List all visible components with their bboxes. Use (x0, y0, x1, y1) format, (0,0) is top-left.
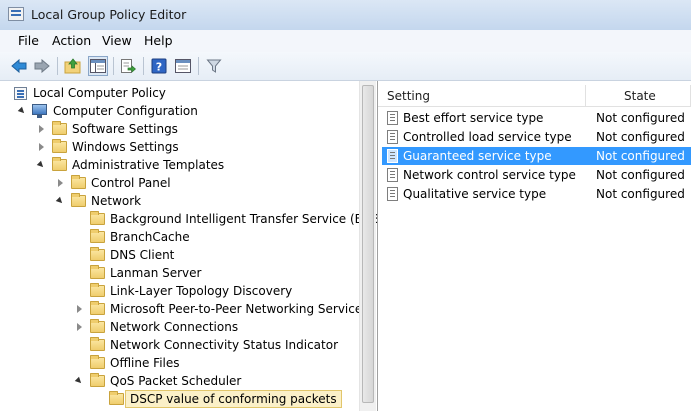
computer-icon (32, 104, 47, 118)
tree-node-label: Software Settings (72, 122, 178, 136)
collapse-arrow-icon[interactable] (58, 179, 63, 187)
scrollbar-thumb[interactable] (362, 85, 374, 403)
toolbar-separator (113, 57, 114, 75)
tree-node-label: BranchCache (110, 230, 190, 244)
tree-node-label: Windows Settings (72, 140, 179, 154)
tree-node-label: Control Panel (91, 176, 171, 190)
folder-icon (90, 355, 105, 369)
setting-icon (387, 130, 398, 144)
toolbar: ? (0, 52, 691, 81)
settings-list[interactable]: Setting State Best effort service type N… (378, 81, 691, 411)
folder-icon (71, 175, 86, 189)
collapse-arrow-icon[interactable] (77, 305, 82, 313)
tree-node-label: Administrative Templates (72, 158, 225, 172)
tree-node-label: Local Computer Policy (33, 86, 166, 100)
setting-state: Not configured (596, 130, 685, 144)
folder-icon (90, 265, 105, 279)
column-header-setting[interactable]: Setting (378, 85, 586, 107)
collapse-arrow-icon[interactable] (77, 323, 82, 331)
column-header-state[interactable]: State (586, 85, 691, 107)
folder-icon (52, 157, 67, 171)
setting-row-selected[interactable]: Guaranteed service type Not configured (382, 147, 691, 165)
toolbar-separator (143, 57, 144, 75)
folder-icon (90, 337, 105, 351)
tree-node-label: Lanman Server (110, 266, 202, 280)
tree-node-label: Computer Configuration (53, 104, 198, 118)
expand-arrow-icon[interactable] (55, 196, 65, 206)
menu-help[interactable]: Help (144, 33, 173, 48)
setting-row[interactable]: Best effort service type Not configured (382, 109, 691, 127)
tree-node-label: Background Intelligent Transfer Service … (110, 212, 378, 226)
folder-icon (90, 301, 105, 315)
policy-icon (14, 87, 27, 100)
setting-icon (387, 111, 398, 125)
setting-name: Network control service type (403, 168, 576, 182)
tree-node-label: Microsoft Peer-to-Peer Networking Servic… (110, 302, 369, 316)
setting-name: Controlled load service type (403, 130, 572, 144)
expand-arrow-icon[interactable] (17, 106, 27, 116)
filter-icon[interactable] (204, 56, 224, 76)
folder-icon (90, 319, 105, 333)
folder-icon (109, 391, 124, 405)
setting-name: Qualitative service type (403, 187, 547, 201)
properties-icon[interactable] (173, 56, 193, 76)
tree-node-label: DSCP value of conforming packets (125, 390, 342, 408)
tree-node-label: DNS Client (110, 248, 175, 262)
folder-icon (90, 247, 105, 261)
setting-state: Not configured (596, 111, 685, 125)
setting-row[interactable]: Network control service type Not configu… (382, 166, 691, 184)
folder-icon (52, 139, 67, 153)
folder-icon (90, 229, 105, 243)
toolbar-separator (57, 57, 58, 75)
setting-state: Not configured (596, 187, 685, 201)
menu-view[interactable]: View (102, 33, 132, 48)
forward-icon[interactable] (32, 56, 52, 76)
svg-text:?: ? (156, 61, 162, 74)
menu-bar: File Action View Help (0, 30, 691, 53)
export-list-icon[interactable] (118, 56, 138, 76)
console-tree[interactable]: Local Computer Policy Computer Configura… (0, 81, 378, 411)
help-icon[interactable]: ? (149, 56, 169, 76)
menu-action[interactable]: Action (52, 33, 91, 48)
collapse-arrow-icon[interactable] (39, 125, 44, 133)
setting-state: Not configured (596, 149, 685, 163)
tree-scrollbar[interactable] (359, 81, 376, 411)
app-icon (8, 7, 24, 21)
title-bar: Local Group Policy Editor (0, 0, 691, 31)
tree-node-label: Network Connections (110, 320, 239, 334)
setting-name: Guaranteed service type (403, 149, 552, 163)
setting-icon (387, 168, 398, 182)
toolbar-separator (198, 57, 199, 75)
setting-icon (387, 187, 398, 201)
setting-row[interactable]: Controlled load service type Not configu… (382, 128, 691, 146)
tree-node-label: Network Connectivity Status Indicator (110, 338, 339, 352)
show-hide-tree-icon[interactable] (88, 56, 108, 76)
setting-state: Not configured (596, 168, 685, 182)
setting-icon (387, 149, 398, 163)
folder-icon (52, 121, 67, 135)
tree-node-label: QoS Packet Scheduler (110, 374, 242, 388)
menu-file[interactable]: File (18, 33, 39, 48)
tree-node-label: Network (91, 194, 142, 208)
expand-arrow-icon[interactable] (36, 160, 46, 170)
up-folder-icon[interactable] (63, 56, 83, 76)
tree-node-label: Link-Layer Topology Discovery (110, 284, 293, 298)
folder-icon (90, 283, 105, 297)
setting-row[interactable]: Qualitative service type Not configured (382, 185, 691, 203)
expand-arrow-icon[interactable] (74, 376, 84, 386)
folder-icon (90, 373, 105, 387)
back-icon[interactable] (9, 56, 29, 76)
setting-name: Best effort service type (403, 111, 544, 125)
window-title: Local Group Policy Editor (31, 7, 187, 22)
collapse-arrow-icon[interactable] (39, 143, 44, 151)
tree-node-label: Offline Files (110, 356, 180, 370)
folder-icon (71, 193, 86, 207)
folder-icon (90, 211, 105, 225)
